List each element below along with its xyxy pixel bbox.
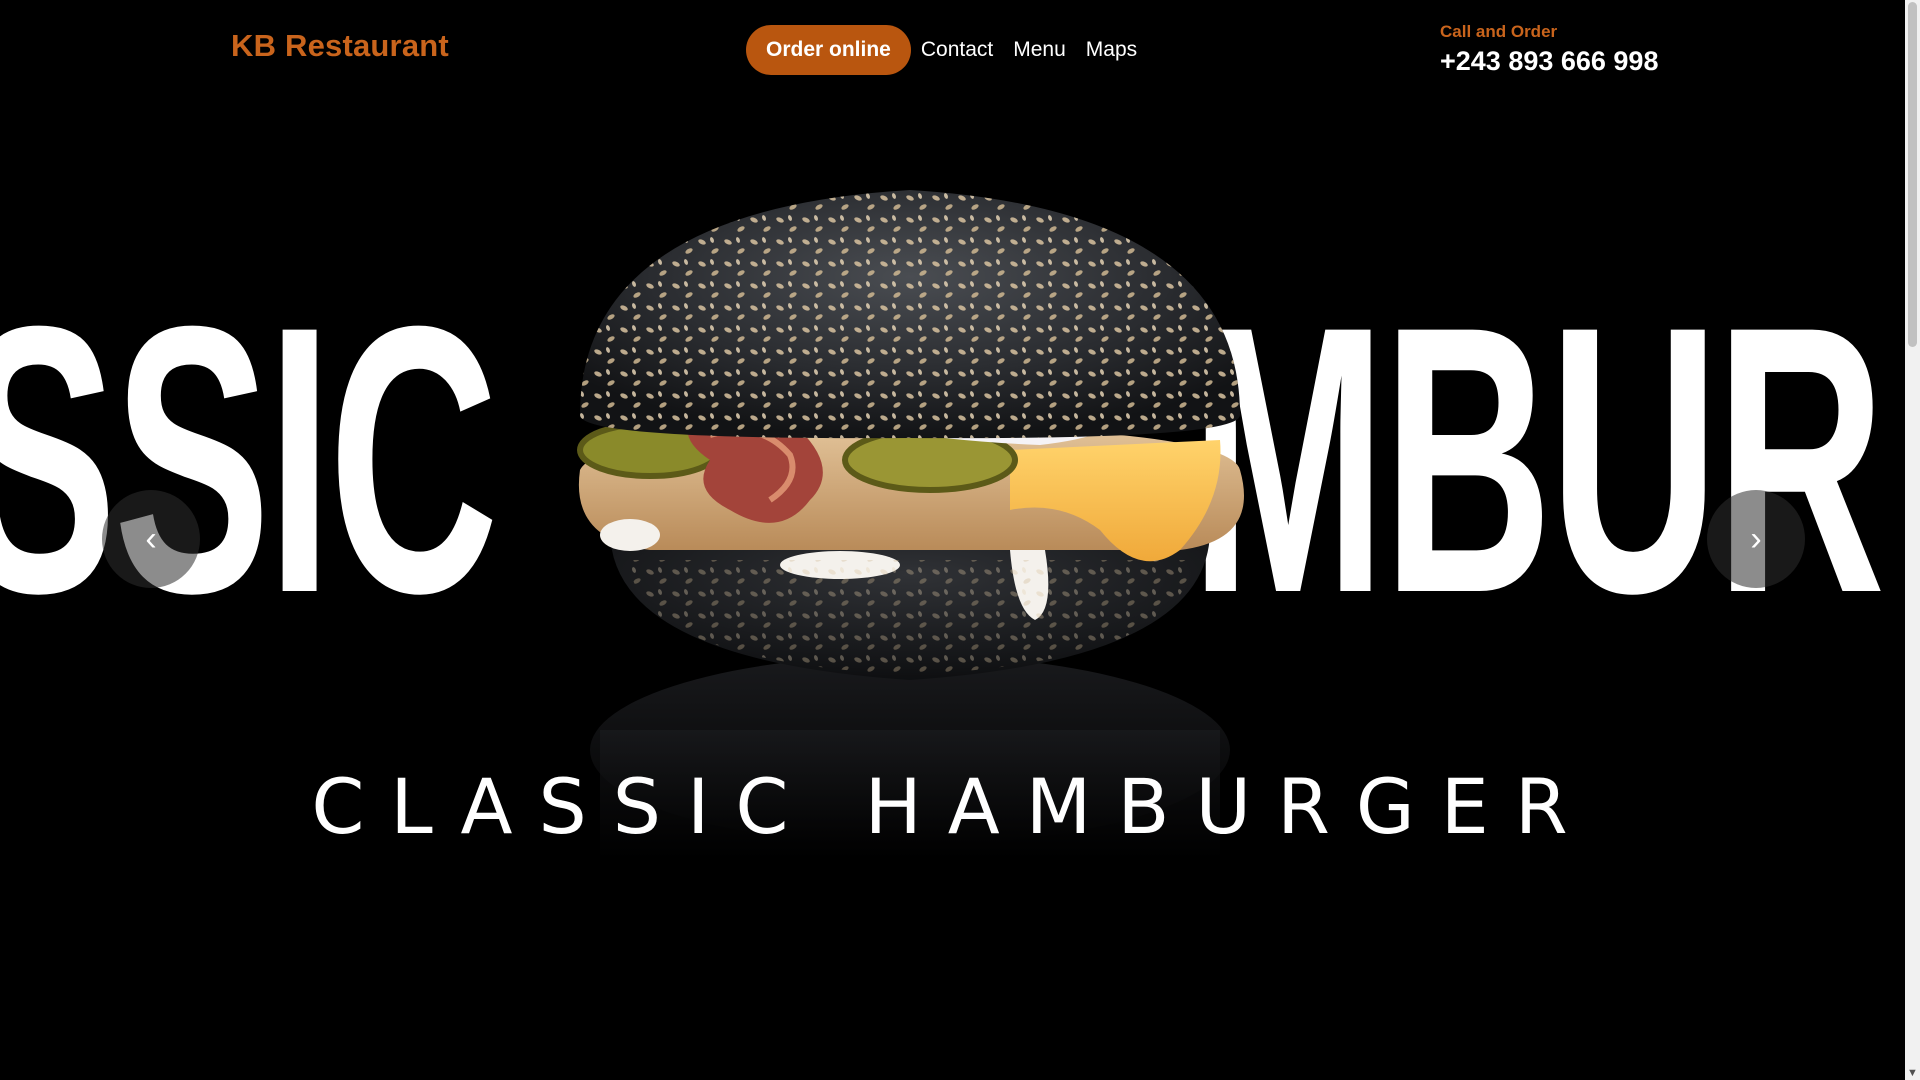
scrollbar-thumb[interactable] bbox=[1908, 2, 1917, 347]
phone-number[interactable]: +243 893 666 998 bbox=[1440, 46, 1658, 77]
chevron-left-icon: ‹ bbox=[145, 519, 157, 558]
nav-link-maps[interactable]: Maps bbox=[1086, 38, 1137, 62]
carousel-next-button[interactable]: › bbox=[1707, 490, 1805, 588]
nav-link-menu[interactable]: Menu bbox=[1013, 38, 1066, 62]
order-online-button[interactable]: Order online bbox=[746, 25, 911, 75]
page: SSIC MBUR KB Restaurant Order online Con… bbox=[0, 0, 1905, 1080]
page-scrollbar[interactable]: ▼ bbox=[1905, 0, 1920, 1080]
scroll-down-arrow-icon[interactable]: ▼ bbox=[1907, 1066, 1918, 1080]
burger-image bbox=[577, 190, 1244, 860]
contact-block: Call and Order +243 893 666 998 bbox=[1440, 22, 1658, 77]
carousel-prev-button[interactable]: ‹ bbox=[102, 490, 200, 588]
hero-title: CLASSIC HAMBURGER bbox=[311, 762, 1594, 851]
nav-link-contact[interactable]: Contact bbox=[921, 38, 993, 62]
contact-label: Call and Order bbox=[1440, 22, 1558, 41]
chevron-right-icon: › bbox=[1750, 519, 1762, 558]
hero-giant-text-left: SSIC bbox=[0, 247, 499, 672]
main-nav: Order online Contact Menu Maps bbox=[746, 25, 1147, 75]
brand-logo[interactable]: KB Restaurant bbox=[231, 28, 449, 64]
